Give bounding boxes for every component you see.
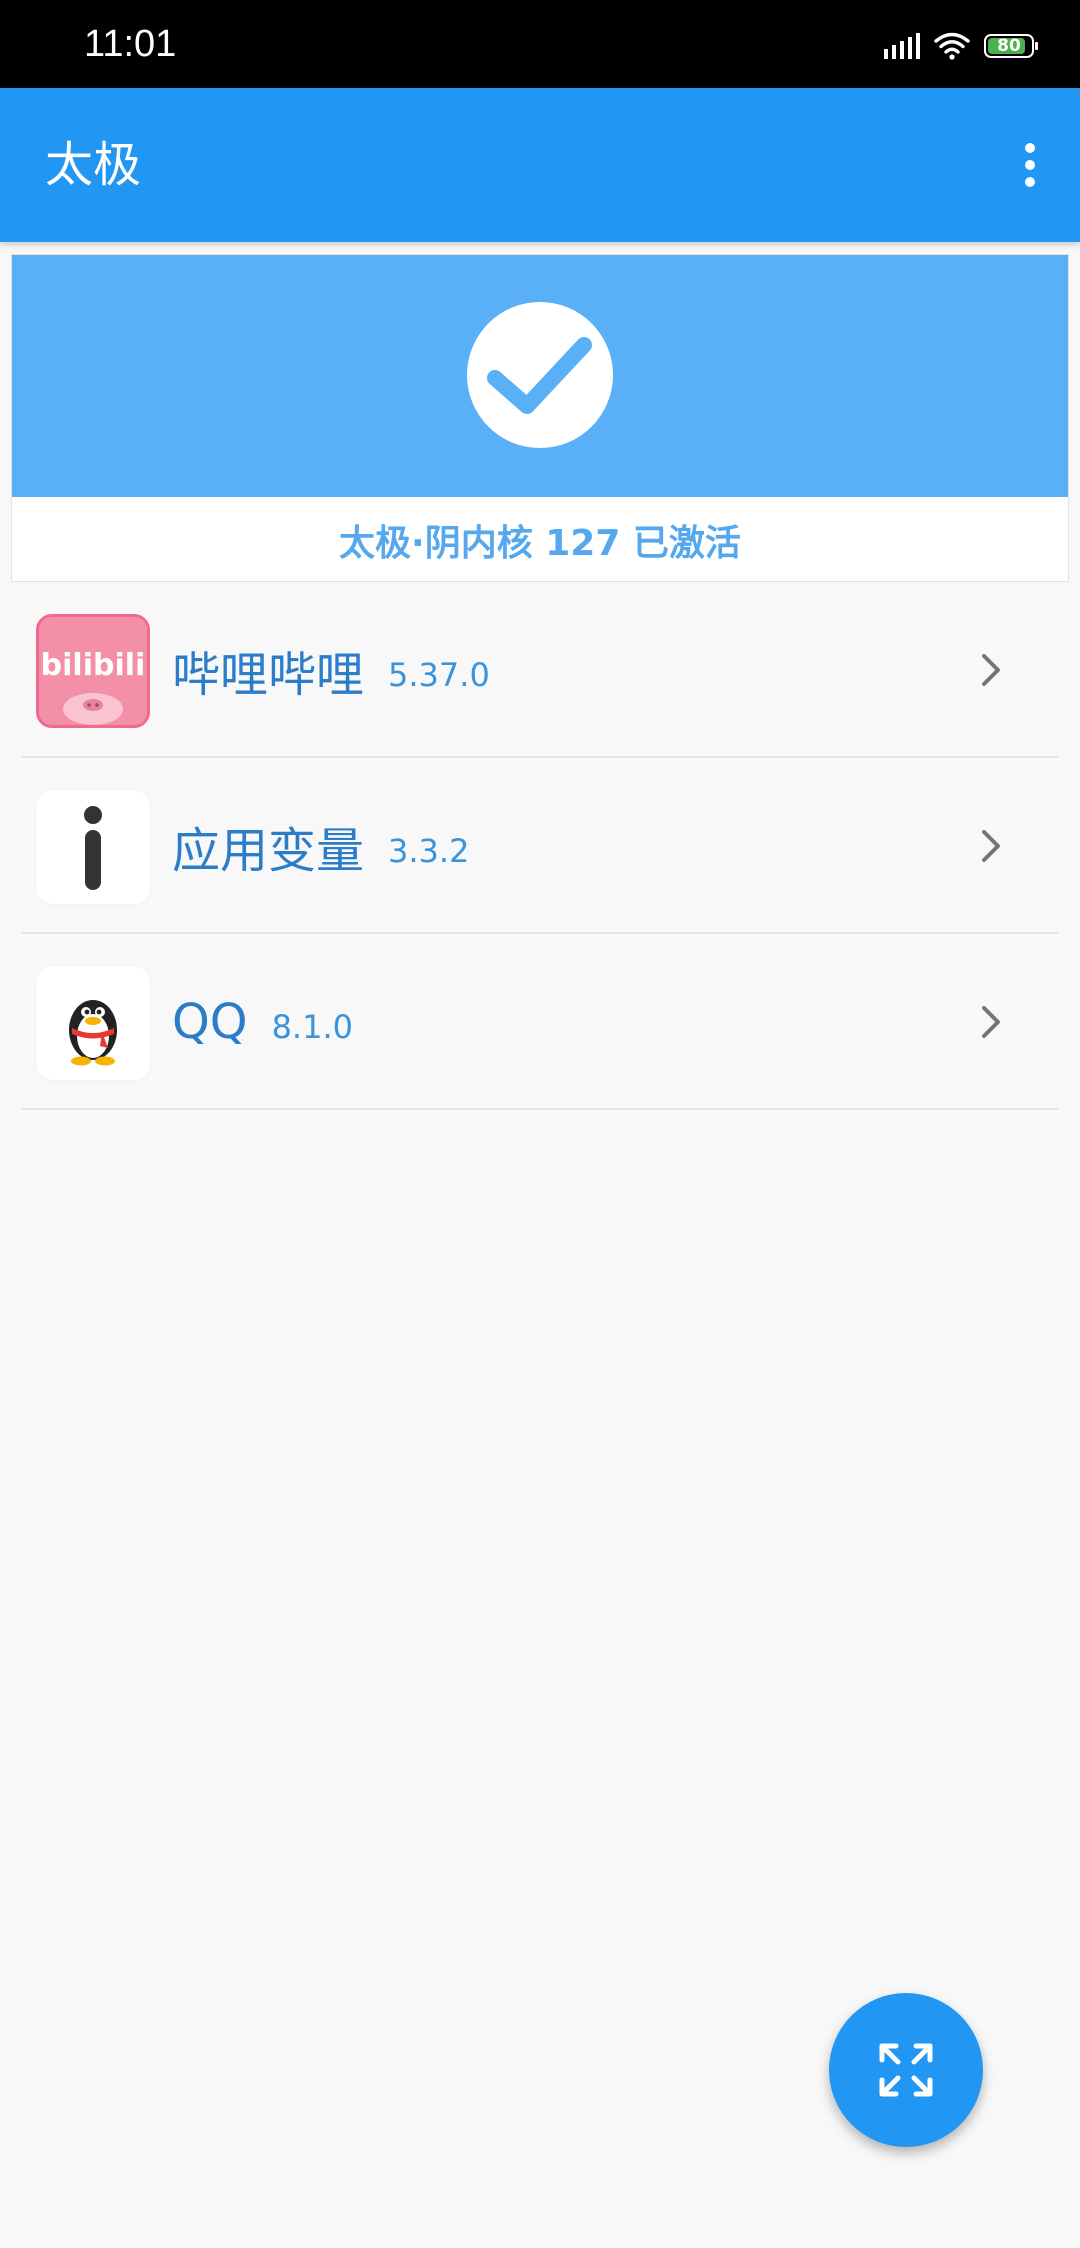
status-time: 11:01 bbox=[84, 23, 177, 65]
status-card-header bbox=[12, 255, 1068, 497]
status-icons: 80 bbox=[884, 28, 1040, 64]
qq-app-icon bbox=[36, 966, 150, 1080]
svg-text:bilibili: bilibili bbox=[41, 648, 146, 683]
app-name-group: 哔哩哔哩 5.37.0 bbox=[172, 582, 490, 758]
more-vertical-icon bbox=[1025, 143, 1035, 153]
expand-fab-button[interactable] bbox=[829, 1993, 983, 2147]
bilibili-app-icon: bilibili bbox=[36, 614, 150, 728]
status-text: 太极·阴内核 127 已激活 bbox=[339, 523, 741, 564]
battery-icon: 80 bbox=[984, 34, 1038, 58]
list-item[interactable]: bilibili 哔哩哔哩 5.37.0 bbox=[22, 582, 1058, 758]
app-name-group: 应用变量 3.3.2 bbox=[172, 758, 469, 934]
more-options-button[interactable] bbox=[1000, 128, 1060, 202]
app-name-group: QQ 8.1.0 bbox=[172, 934, 353, 1110]
app-version: 3.3.2 bbox=[388, 832, 470, 870]
chevron-right-icon bbox=[982, 1006, 1000, 1038]
app-name: QQ bbox=[172, 994, 248, 1050]
app-title: 太极 bbox=[45, 137, 142, 193]
check-icon bbox=[467, 302, 613, 448]
app-list: bilibili 哔哩哔哩 5.37.0 应用变量 3.3.2 QQ 8.1.0 bbox=[22, 582, 1058, 1110]
battery-level: 80 bbox=[997, 36, 1021, 56]
app-name: 应用变量 bbox=[172, 823, 365, 879]
wifi-icon bbox=[934, 32, 970, 60]
list-item[interactable]: QQ 8.1.0 bbox=[22, 934, 1058, 1110]
app-name: 哔哩哔哩 bbox=[172, 647, 365, 703]
signal-icon bbox=[884, 33, 920, 59]
expand-icon bbox=[879, 2043, 933, 2097]
app-bar: 太极 bbox=[0, 88, 1080, 242]
list-item[interactable]: 应用变量 3.3.2 bbox=[22, 758, 1058, 934]
info-app-icon bbox=[36, 790, 150, 904]
status-card[interactable]: 太极·阴内核 127 已激活 bbox=[11, 254, 1069, 582]
status-bar: 11:01 80 bbox=[0, 0, 1080, 88]
app-version: 5.37.0 bbox=[388, 656, 490, 694]
app-version: 8.1.0 bbox=[271, 1008, 353, 1046]
chevron-right-icon bbox=[982, 830, 1000, 862]
chevron-right-icon bbox=[982, 654, 1000, 686]
